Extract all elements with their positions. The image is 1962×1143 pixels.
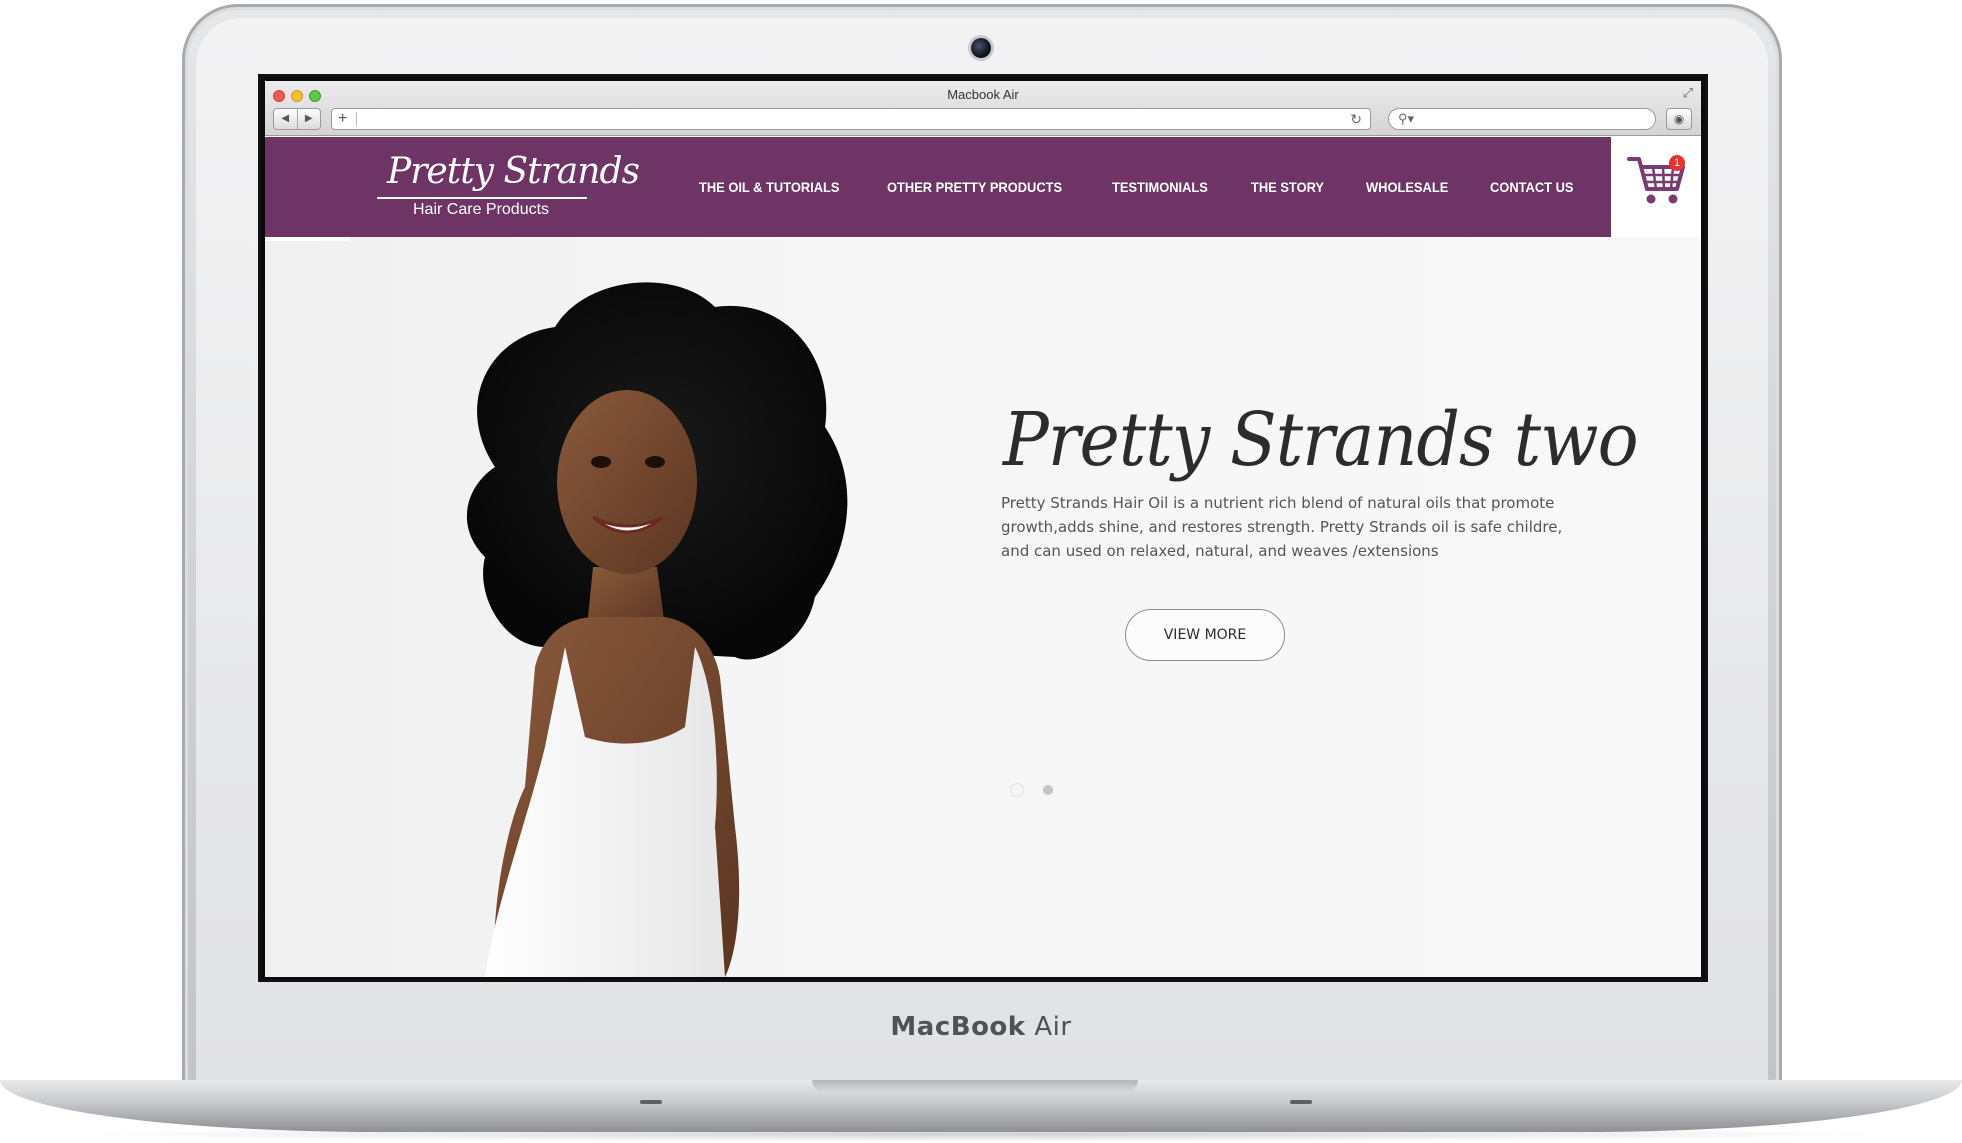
history-buttons: ◀ ▶ bbox=[273, 108, 321, 130]
view-more-button[interactable]: VIEW MORE bbox=[1125, 609, 1285, 661]
reload-icon[interactable]: ↻ bbox=[1350, 109, 1362, 129]
site-logo[interactable]: Pretty Strands Hair Care Products bbox=[373, 151, 640, 225]
logo-script: Pretty Strands bbox=[387, 151, 640, 192]
laptop-base-notch bbox=[812, 1080, 1138, 1092]
search-field[interactable]: ⚲▾ bbox=[1388, 108, 1656, 130]
laptop-brand: MacBook Air bbox=[0, 1012, 1962, 1042]
slider-dot-2[interactable] bbox=[1043, 785, 1053, 795]
nav-item-wholesale[interactable]: WHOLESALE bbox=[1366, 179, 1448, 195]
laptop-screen: Macbook Air ⤢ ◀ ▶ + ↻ ⚲▾ ◉ Pretty Strand… bbox=[258, 74, 1708, 982]
main-nav: THE OIL & TUTORIALS OTHER PRETTY PRODUCT… bbox=[699, 137, 1616, 237]
downloads-button[interactable]: ◉ bbox=[1666, 108, 1692, 130]
logo-underline bbox=[377, 197, 587, 199]
site-header: Pretty Strands Hair Care Products THE OI… bbox=[265, 137, 1611, 237]
nav-item-oil-tutorials[interactable]: THE OIL & TUTORIALS bbox=[699, 179, 840, 195]
fullscreen-icon[interactable]: ⤢ bbox=[1683, 85, 1693, 101]
model-photo bbox=[466, 282, 848, 977]
nav-item-contact[interactable]: CONTACT US bbox=[1490, 179, 1573, 195]
hero-title: Pretty Strands two bbox=[1003, 397, 1639, 483]
hero-tab-strip bbox=[265, 237, 349, 241]
address-bar[interactable]: + ↻ bbox=[331, 108, 1371, 130]
back-button[interactable]: ◀ bbox=[274, 109, 298, 129]
hero-description: Pretty Strands Hair Oil is a nutrient ri… bbox=[1001, 494, 1563, 560]
camera-icon bbox=[971, 38, 991, 58]
download-icon: ◉ bbox=[1673, 112, 1685, 126]
laptop-brand-light: Air bbox=[1034, 1012, 1072, 1042]
cart-button[interactable]: 1 bbox=[1611, 137, 1701, 237]
browser-window: Macbook Air ⤢ ◀ ▶ + ↻ ⚲▾ ◉ Pretty Strand… bbox=[265, 81, 1701, 977]
nav-item-testimonials[interactable]: TESTIMONIALS bbox=[1112, 179, 1208, 195]
laptop-foot bbox=[640, 1100, 662, 1104]
slider-dot-1[interactable] bbox=[1010, 783, 1024, 797]
laptop-foot bbox=[1290, 1100, 1312, 1104]
cart-count-badge: 1 bbox=[1669, 155, 1685, 171]
search-icon: ⚲▾ bbox=[1398, 111, 1415, 126]
logo-subtitle: Hair Care Products bbox=[413, 201, 550, 218]
address-divider bbox=[356, 112, 357, 126]
forward-button[interactable]: ▶ bbox=[298, 109, 321, 129]
window-title: Macbook Air bbox=[947, 87, 1019, 102]
browser-toolbar: Macbook Air ⤢ ◀ ▶ + ↻ ⚲▾ ◉ bbox=[265, 81, 1701, 136]
add-bookmark-icon[interactable]: + bbox=[338, 109, 347, 129]
laptop-brand-bold: MacBook bbox=[890, 1012, 1026, 1042]
nav-item-other-products[interactable]: OTHER PRETTY PRODUCTS bbox=[887, 179, 1062, 195]
nav-item-story[interactable]: THE STORY bbox=[1251, 179, 1324, 195]
